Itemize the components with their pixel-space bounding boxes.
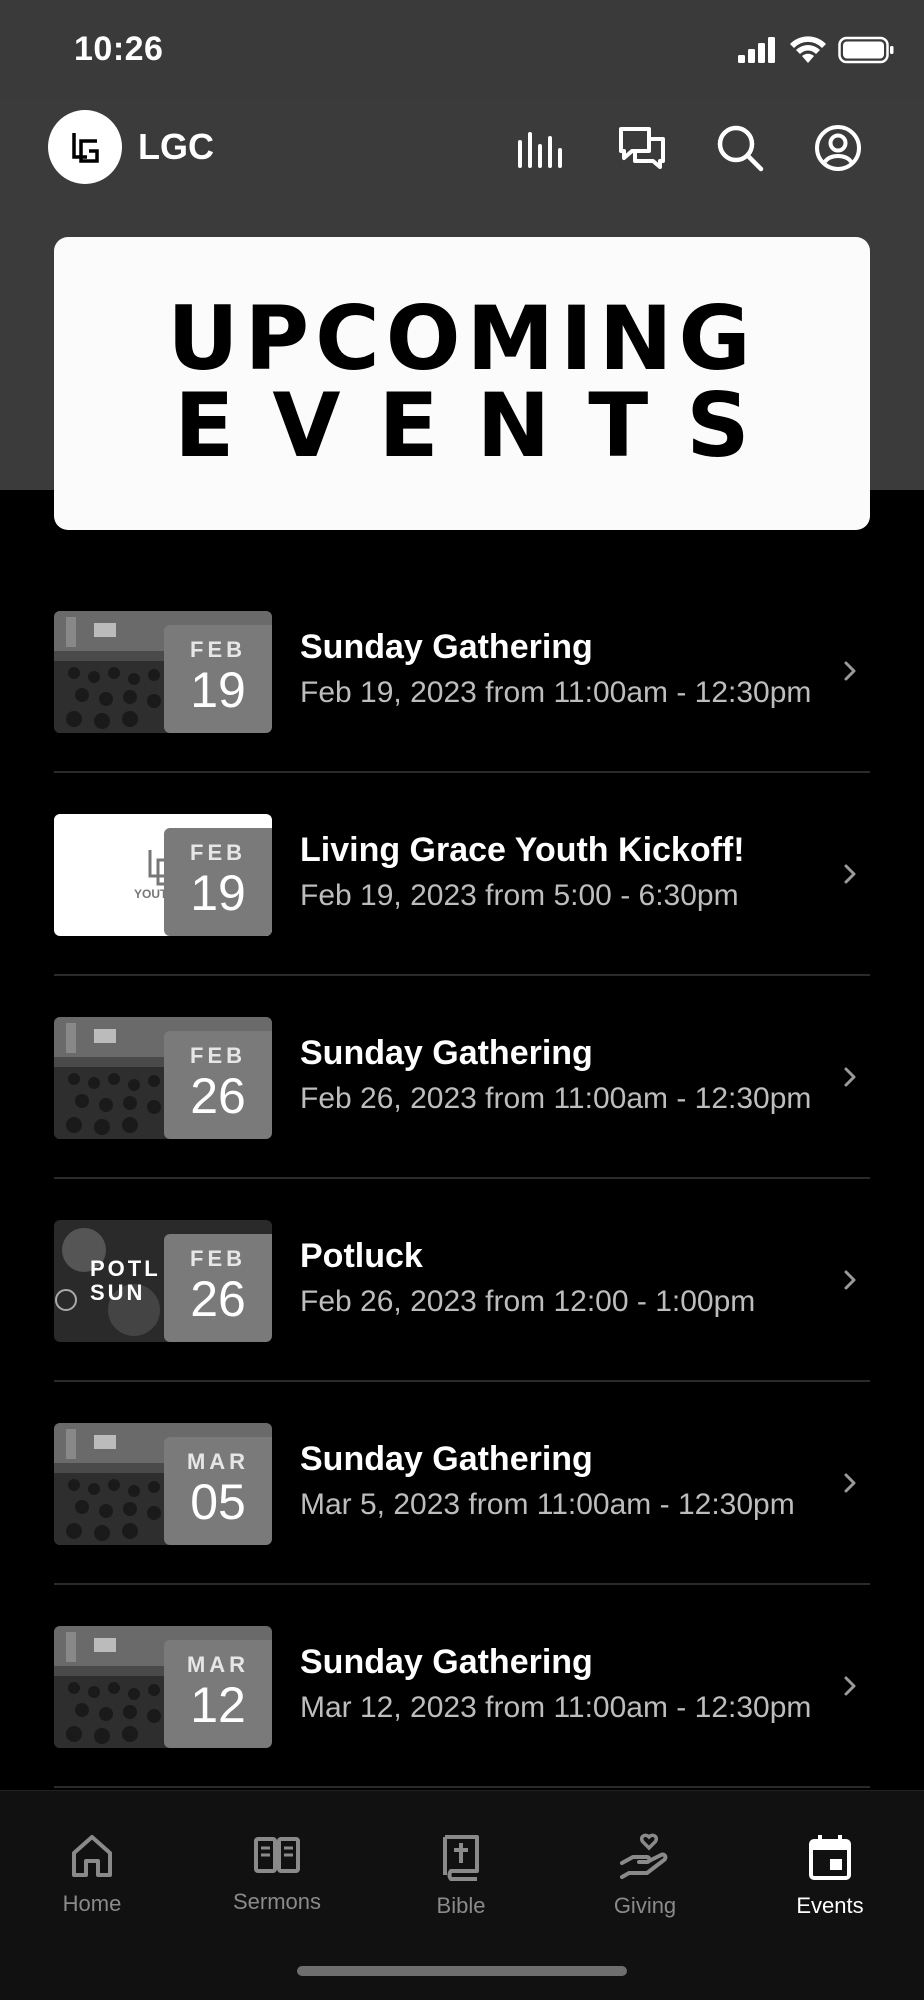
event-datetime: Feb 26, 2023 from 12:00 - 1:00pm [300, 1285, 756, 1318]
signal-icon [738, 37, 775, 63]
event-date-badge: FEB 19 [164, 625, 272, 733]
tab-sermons[interactable]: Sermons [207, 1833, 347, 1915]
event-date-month: FEB [190, 637, 246, 662]
chevron-right-icon [844, 864, 856, 884]
event-title: Sunday Gathering [300, 1643, 593, 1681]
event-date-badge: FEB 26 [164, 1234, 272, 1342]
event-thumbnail: MAR 05 [54, 1423, 272, 1545]
tab-giving-label: Giving [613, 1893, 677, 1918]
event-datetime: Feb 19, 2023 from 5:00 - 6:30pm [300, 879, 739, 912]
tab-giving[interactable]: Giving [575, 1833, 715, 1919]
tab-home[interactable]: Home [22, 1833, 162, 1917]
event-thumbnail: FEB 26 [54, 1017, 272, 1139]
upcoming-events-banner: UPCOMING EVENTS [54, 237, 870, 530]
app-logo[interactable] [48, 110, 122, 184]
event-date-month: MAR [186, 1652, 250, 1677]
event-date-day: 05 [190, 1474, 246, 1530]
event-date-day: 26 [190, 1271, 246, 1327]
event-thumbnail: FEB 19 [54, 611, 272, 733]
chevron-right-icon [844, 1676, 856, 1696]
event-datetime: Feb 19, 2023 from 11:00am - 12:30pm [300, 676, 812, 709]
app-header: LGC [0, 98, 924, 198]
tab-sermons-label: Sermons [232, 1889, 322, 1914]
status-bar: 10:26 [0, 0, 924, 98]
banner-title-line2: EVENTS [174, 373, 788, 477]
event-thumbnail: MAR 12 [54, 1626, 272, 1748]
event-title: Living Grace Youth Kickoff! [300, 831, 745, 869]
event-list-item[interactable]: POTL SUN FEB 26 Potluck Feb 26, 2023 from 12:… [54, 1179, 870, 1382]
event-title: Sunday Gathering [300, 1440, 593, 1478]
home-indicator[interactable] [297, 1966, 627, 1976]
event-date-day: 19 [190, 865, 246, 921]
event-title: Potluck [300, 1237, 423, 1275]
event-title: Sunday Gathering [300, 1034, 593, 1072]
equalizer-button[interactable] [516, 122, 568, 174]
event-date-badge: FEB 19 [164, 828, 272, 936]
svg-text:POTL: POTL [90, 1256, 161, 1281]
tab-home-label: Home [62, 1891, 122, 1916]
event-date-day: 26 [190, 1068, 246, 1124]
chevron-right-icon [844, 1067, 856, 1087]
tab-bible[interactable]: Bible [391, 1833, 531, 1919]
event-date-badge: FEB 26 [164, 1031, 272, 1139]
wifi-icon [790, 36, 826, 63]
event-list-item[interactable]: YOUTH FEB 19 Living Grace Youth Kickoff! Feb… [54, 773, 870, 976]
search-icon [717, 125, 764, 172]
calendar-icon [809, 1835, 851, 1880]
event-datetime: Mar 5, 2023 from 11:00am - 12:30pm [300, 1488, 795, 1521]
event-list-item[interactable]: FEB 26 Sunday Gathering Feb 26, 2023 from 1… [54, 976, 870, 1179]
tab-events[interactable]: Events [760, 1833, 900, 1919]
tab-bible-label: Bible [436, 1893, 486, 1918]
event-thumbnail: YOUTH FEB 19 [54, 814, 272, 936]
status-time: 10:26 [74, 30, 164, 68]
bible-icon [443, 1835, 479, 1881]
lg-logo-icon [72, 133, 99, 163]
tab-events-label: Events [796, 1893, 864, 1918]
profile-icon [815, 125, 861, 171]
equalizer-icon [518, 132, 562, 168]
event-thumbnail: POTL SUN FEB 26 [54, 1220, 272, 1342]
chevron-right-icon [844, 661, 856, 681]
event-list-item[interactable]: MAR 12 Sunday Gathering Mar 12, 2023 from 1… [54, 1585, 870, 1788]
giving-hand-icon [620, 1833, 668, 1879]
banner-title-line1: UPCOMING [167, 286, 757, 390]
event-list-item[interactable]: FEB 19 Sunday Gathering Feb 19, 2023 from 1… [54, 570, 870, 773]
book-open-icon [254, 1837, 300, 1873]
profile-button[interactable] [812, 122, 864, 174]
event-date-month: FEB [190, 840, 246, 865]
status-icons [738, 34, 894, 66]
event-date-month: FEB [190, 1246, 246, 1271]
search-button[interactable] [714, 122, 766, 174]
home-icon [72, 1835, 112, 1877]
event-date-badge: MAR 05 [164, 1437, 272, 1545]
chat-button[interactable] [616, 122, 668, 174]
event-date-badge: MAR 12 [164, 1640, 272, 1748]
event-title: Sunday Gathering [300, 628, 593, 666]
chevron-right-icon [844, 1473, 856, 1493]
svg-text:SUN: SUN [90, 1280, 145, 1305]
event-list: FEB 19 Sunday Gathering Feb 19, 2023 from 1… [54, 570, 870, 1788]
chat-icon [619, 127, 665, 169]
event-datetime: Feb 26, 2023 from 11:00am - 12:30pm [300, 1082, 812, 1115]
chevron-right-icon [844, 1270, 856, 1290]
event-datetime: Mar 12, 2023 from 11:00am - 12:30pm [300, 1691, 812, 1724]
event-date-day: 19 [190, 662, 246, 718]
app-name: LGC [138, 126, 214, 167]
event-list-item[interactable]: MAR 05 Sunday Gathering Mar 5, 2023 from 11… [54, 1382, 870, 1585]
battery-icon [838, 36, 894, 64]
event-date-month: FEB [190, 1043, 246, 1068]
event-date-month: MAR [186, 1449, 250, 1474]
event-date-day: 12 [190, 1677, 246, 1733]
